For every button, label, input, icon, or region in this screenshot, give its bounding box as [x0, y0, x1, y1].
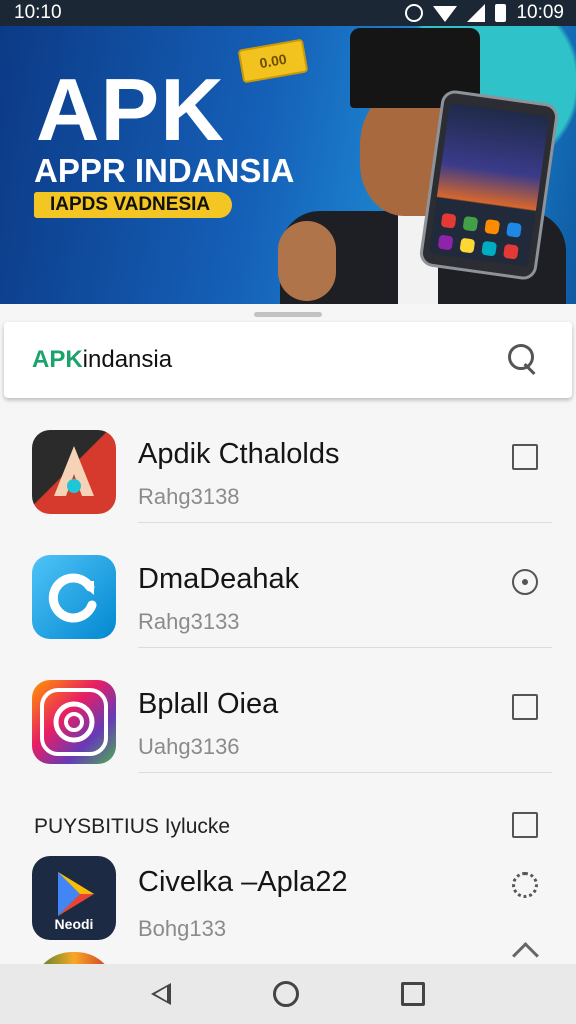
search-input[interactable]: APKindansia — [32, 346, 172, 374]
status-time-right: 10:09 — [516, 2, 564, 23]
phone-app-icon — [437, 234, 454, 251]
app-subtitle: Rahg3138 — [138, 484, 240, 509]
share-icon[interactable] — [514, 942, 536, 964]
search-icon[interactable] — [508, 344, 540, 376]
phone-app-icon — [481, 240, 498, 257]
banner-person-image — [270, 26, 576, 304]
app-icon — [32, 430, 116, 514]
battery-icon — [495, 4, 507, 22]
section-header: PUYSBITIUS Iylucke — [34, 815, 231, 838]
phone-screen — [428, 102, 550, 268]
app-icon — [32, 680, 116, 764]
home-icon[interactable] — [273, 981, 299, 1007]
app-name: DmaDeahak — [138, 563, 300, 595]
square-icon[interactable] — [512, 812, 538, 838]
app-list: Apdik Cthalolds Rahg3138 DmaDeahak Rahg3… — [0, 398, 576, 964]
search-bar[interactable]: APKindansia — [4, 322, 572, 398]
app-icon — [32, 555, 116, 639]
list-item[interactable]: Neodi Civelka –Apla22 Bohg133 — [0, 838, 576, 963]
divider — [138, 772, 552, 773]
hand-shape — [278, 221, 336, 301]
recents-icon[interactable] — [401, 982, 425, 1006]
status-bar: 10:10 10:09 — [0, 0, 576, 26]
refresh-logo-icon — [48, 573, 97, 623]
signal-icon — [467, 4, 486, 22]
drag-handle[interactable] — [254, 312, 322, 317]
phone-app-icon — [440, 212, 457, 229]
status-time-left: 10:10 — [14, 2, 62, 23]
banner-subtitle: APPR INDANSIA — [34, 152, 295, 189]
app-subtitle: Bohg133 — [138, 916, 227, 941]
phone-app-icon — [462, 215, 479, 232]
app-logo-icon — [54, 446, 94, 496]
search-query-text: indansia — [82, 346, 173, 373]
status-icons: 10:09 — [405, 2, 564, 24]
banner-tag: IAPDS VADNESIA — [34, 192, 233, 218]
phone-app-icon — [506, 222, 522, 238]
list-item[interactable]: DmaDeahak Rahg3133 — [0, 523, 576, 648]
app-icon: Neodi — [32, 856, 116, 940]
phone-image — [418, 88, 560, 282]
app-subtitle: Rahg3133 — [138, 609, 240, 634]
phone-app-icon — [503, 243, 519, 260]
app-subtitle: Uahg3136 — [138, 734, 240, 759]
back-icon[interactable] — [151, 983, 171, 1005]
banner-title: APK — [36, 60, 225, 159]
radio-icon[interactable] — [512, 569, 538, 595]
app-name: Civelka –Apla22 — [138, 866, 348, 898]
alarm-icon — [405, 4, 424, 22]
promo-banner[interactable]: 0.00 APK APPR INDANSIA IAPDS VADNESIA — [0, 26, 576, 304]
search-brand-text: APK — [32, 346, 83, 373]
list-item[interactable]: Apdik Cthalolds Rahg3138 — [0, 398, 576, 523]
list-item[interactable]: Bplall Oiea Uahg3136 — [0, 648, 576, 773]
square-icon[interactable] — [512, 444, 538, 470]
wifi-icon — [433, 6, 458, 22]
phone-app-icon — [459, 237, 476, 254]
navigation-bar — [0, 964, 576, 1024]
phone-app-icon — [484, 218, 501, 235]
spiral-logo-icon — [40, 688, 108, 756]
app-name: Bplall Oiea — [138, 688, 279, 720]
app-name: Apdik Cthalolds — [138, 438, 340, 470]
app-icon-label: Neodi — [54, 916, 94, 932]
square-icon[interactable] — [512, 694, 538, 720]
gear-icon[interactable] — [512, 872, 538, 898]
